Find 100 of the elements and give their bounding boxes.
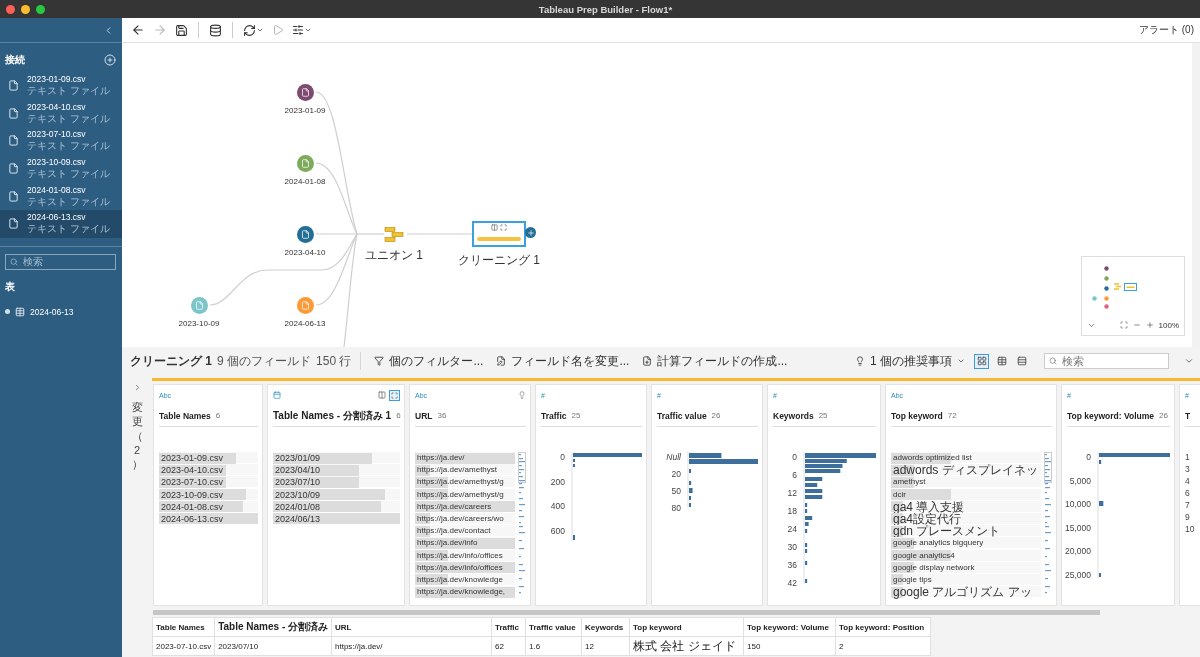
connection-item[interactable]: 2023-04-10.csv テキスト ファイル xyxy=(0,99,122,128)
connection-item[interactable]: 2023-10-09.csv テキスト ファイル xyxy=(0,154,122,183)
scrollbar-thumb[interactable] xyxy=(153,610,1100,615)
value-track[interactable]: adwords optimized list xyxy=(891,452,1041,463)
search-field[interactable]: 検索 xyxy=(1044,353,1169,369)
input-node[interactable] xyxy=(296,155,314,172)
column-header[interactable]: Keywords xyxy=(581,617,630,637)
fit-icon[interactable] xyxy=(1119,321,1128,329)
column-header[interactable]: Top keyword: Volume xyxy=(743,617,836,637)
recommendations-button[interactable]: 1 個の推奨事項 xyxy=(851,352,969,370)
value-track[interactable]: https://ja.dev/knowledge xyxy=(415,573,515,585)
value-track[interactable]: amethyst xyxy=(891,476,1041,488)
value-label[interactable]: https://ja.dev/ xyxy=(415,452,465,464)
refresh-button[interactable] xyxy=(243,23,264,37)
value-label[interactable]: google display network xyxy=(891,561,975,574)
union-node[interactable] xyxy=(384,227,404,242)
value-label[interactable]: ga4設定代行 xyxy=(891,512,962,525)
value-track[interactable]: ga4 導入支援 xyxy=(891,500,1041,512)
value-label[interactable]: dcir xyxy=(891,488,906,501)
value-track[interactable]: ga4設定代行 xyxy=(891,512,1041,524)
value-label[interactable]: google tips xyxy=(891,573,932,586)
value-label[interactable]: 2023-01-09.csv xyxy=(159,452,224,464)
close-button[interactable] xyxy=(6,4,15,14)
value-track[interactable]: google display network xyxy=(891,561,1041,573)
value-track[interactable]: google tips xyxy=(891,573,1041,585)
value-label[interactable]: https://ja.dev/careers xyxy=(415,500,492,513)
zoom-in-icon[interactable] xyxy=(1145,321,1154,329)
minimize-button[interactable] xyxy=(21,4,30,14)
save-button[interactable] xyxy=(175,23,188,37)
minimap[interactable]: 100% xyxy=(1081,256,1185,336)
value-track[interactable]: https://ja.dev/amethyst/g xyxy=(415,476,515,488)
value-track[interactable]: 2023-01-09.csv xyxy=(159,452,258,463)
value-track[interactable]: google analytics bigquery xyxy=(891,537,1041,549)
value-label[interactable]: 2023-07-10.csv xyxy=(159,476,224,489)
value-label[interactable]: 2024-01-08.csv xyxy=(159,500,224,513)
value-track[interactable]: https://ja.dev/careers/wo xyxy=(415,512,515,524)
value-track[interactable]: google analytics4 xyxy=(891,549,1041,561)
value-track[interactable]: 2024/01/08 xyxy=(273,500,400,512)
column-header[interactable]: Top keyword xyxy=(629,617,744,637)
changes-label[interactable]: 変更（2） xyxy=(130,400,144,472)
value-track[interactable]: gdn プレースメント xyxy=(891,525,1041,537)
value-label[interactable]: https://ja.dev/amethyst/g xyxy=(415,476,504,489)
connection-item[interactable]: 2023-07-10.csv テキスト ファイル xyxy=(0,127,122,155)
input-node[interactable] xyxy=(296,226,314,243)
split-icon[interactable] xyxy=(378,391,386,399)
rename-button[interactable]: フィールド名を変更... xyxy=(492,352,634,370)
value-label[interactable]: https://ja.dev/info/offices xyxy=(415,561,503,574)
value-label[interactable]: https://ja.dev/knowledge xyxy=(415,573,503,586)
value-label[interactable]: https://ja.dev/info/offices xyxy=(415,549,503,562)
value-label[interactable]: 2024-06-13.csv xyxy=(159,512,224,525)
value-label[interactable]: 2023/10/09 xyxy=(273,488,321,501)
column-header[interactable]: Traffic value xyxy=(525,617,582,637)
value-label[interactable]: google analytics bigquery xyxy=(891,537,984,550)
value-track[interactable]: https://ja.dev/info xyxy=(415,537,515,549)
value-label[interactable]: 2023/04/10 xyxy=(273,464,321,477)
value-track[interactable]: https://ja.dev/careers xyxy=(415,500,515,512)
value-label[interactable]: google analytics4 xyxy=(891,549,955,562)
value-label[interactable]: https://ja.dev/amethyst xyxy=(415,464,498,477)
value-label[interactable]: https://ja.dev/knowledge, xyxy=(415,586,506,599)
value-label[interactable]: ga4 導入支援 xyxy=(891,500,965,513)
filter-button[interactable]: 個のフィルター... xyxy=(370,352,488,370)
value-label[interactable]: amethyst xyxy=(891,476,926,489)
value-track[interactable]: 2023-10-09.csv xyxy=(159,488,258,500)
value-label[interactable]: 2023/01/09 xyxy=(273,452,321,464)
options-button[interactable] xyxy=(292,24,312,36)
value-label[interactable]: 2024/01/08 xyxy=(273,500,321,513)
input-node[interactable] xyxy=(190,297,208,314)
value-label[interactable]: 2023-10-09.csv xyxy=(159,488,224,501)
value-label[interactable]: 2023/07/10 xyxy=(273,476,321,489)
value-track[interactable]: https://ja.dev/ xyxy=(415,452,515,463)
add-icon[interactable] xyxy=(104,54,116,66)
lightbulb-icon[interactable] xyxy=(518,391,526,399)
calc-button[interactable]: 計算フィールドの作成... xyxy=(638,352,792,370)
value-track[interactable]: https://ja.dev/info/offices xyxy=(415,549,515,561)
input-node[interactable] xyxy=(296,297,314,314)
maximize-button[interactable] xyxy=(36,4,45,14)
column-header[interactable]: Top keyword: Position xyxy=(835,617,931,637)
value-track[interactable]: https://ja.dev/amethyst/g xyxy=(415,488,515,500)
view-toggle[interactable] xyxy=(974,353,989,369)
value-label[interactable]: 2023-04-10.csv xyxy=(159,464,224,477)
value-label[interactable]: https://ja.dev/contact xyxy=(415,525,491,538)
value-track[interactable]: https://ja.dev/contact xyxy=(415,525,515,537)
value-track[interactable]: https://ja.dev/amethyst xyxy=(415,464,515,476)
column-header[interactable]: Traffic xyxy=(491,617,526,637)
value-track[interactable]: 2023/01/09 xyxy=(273,452,400,463)
zoom-out-icon[interactable] xyxy=(1132,321,1141,329)
clean-node[interactable] xyxy=(472,221,526,247)
connection-item[interactable]: 2024-06-13.csv テキスト ファイル xyxy=(0,209,122,238)
data-button[interactable] xyxy=(209,23,222,37)
connection-item[interactable]: 2024-01-08.csv テキスト ファイル xyxy=(0,182,122,210)
value-track[interactable]: 2023-07-10.csv xyxy=(159,476,258,488)
value-track[interactable]: 2023/04/10 xyxy=(273,464,400,476)
column-header[interactable]: Table Names xyxy=(152,617,215,637)
value-track[interactable]: dcir xyxy=(891,488,1041,500)
value-track[interactable]: 2024/06/13 xyxy=(273,512,400,524)
value-track[interactable]: 2023-04-10.csv xyxy=(159,464,258,476)
add-step-button[interactable] xyxy=(525,227,536,238)
value-label[interactable]: adwords optimized list xyxy=(891,452,972,464)
value-track[interactable]: 2024-01-08.csv xyxy=(159,500,258,512)
value-label[interactable]: https://ja.dev/amethyst/g xyxy=(415,488,504,501)
